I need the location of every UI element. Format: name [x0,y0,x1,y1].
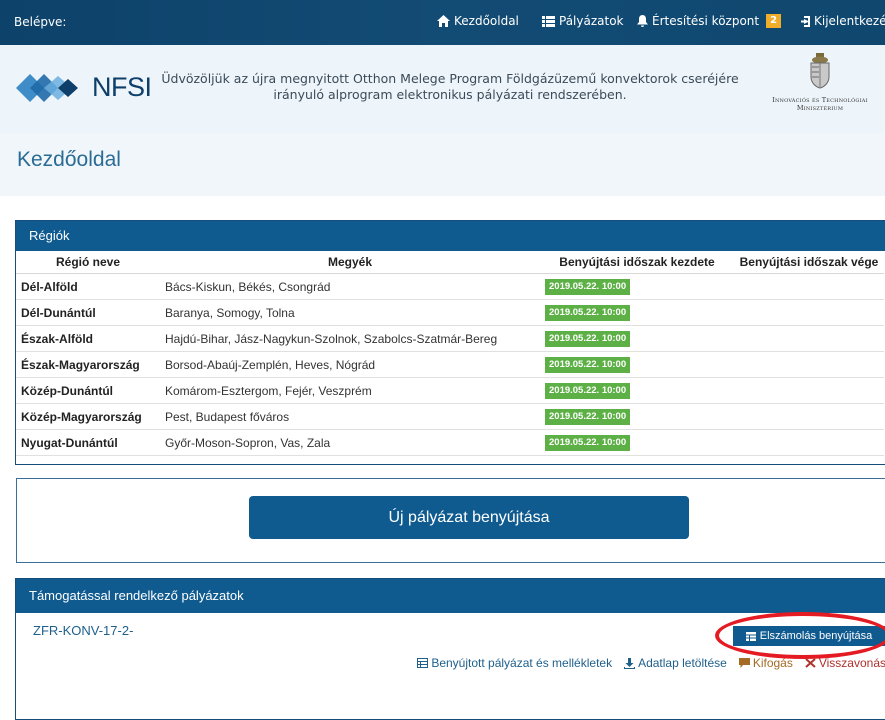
table-header-row: Régió neve Megyék Benyújtási időszak kez… [16,251,884,274]
objection-link[interactable]: Kifogás [738,656,793,670]
start-date-badge: 2019.05.22. 10:00 [545,435,631,451]
regions-panel: Régiók Régió neve Megyék Benyújtási idős… [15,220,885,465]
column-header-start: Benyújtási időszak kezdete [540,251,734,274]
region-counties: Bács-Kiskun, Békés, Csongrád [160,273,540,300]
end-date-cell [734,429,884,456]
ministry-logo: Innovációs és Technológiai Minisztérium [755,53,885,112]
submitted-documents-link[interactable]: Benyújtott pályázat és mellékletek [417,656,612,670]
region-counties: Komárom-Esztergom, Fejér, Veszprém [160,377,540,404]
start-date-badge: 2019.05.22. 10:00 [545,357,631,373]
column-header-end: Benyújtási időszak vége [734,251,884,274]
table-row: Közép-Dunántúl Komárom-Esztergom, Fejér,… [16,377,884,404]
hungarian-coat-of-arms-icon [810,53,830,89]
region-counties: Baranya, Somogy, Tolna [160,299,540,326]
application-actions: Benyújtott pályázat és mellékletek Adatl… [16,656,885,670]
download-datasheet-link[interactable]: Adatlap letöltése [624,656,727,670]
regions-panel-title: Régiók [16,221,885,251]
ministry-name-line2: Minisztérium [796,104,844,112]
application-id: ZFR-KONV-17-2- [33,623,134,638]
nav-notifications-label: Értesítési központ [652,14,760,28]
nav-applications-label: Pályázatok [559,14,624,28]
page-title-band [0,133,885,196]
column-header-counties: Megyék [160,251,540,274]
nfsi-diamond-logo-icon [16,73,78,102]
region-name: Észak-Alföld [16,325,160,352]
settlement-submit-button[interactable]: Elszámolás benyújtása [733,626,885,646]
comment-icon [738,658,750,668]
end-date-cell [734,325,884,352]
start-date-badge: 2019.05.22. 10:00 [545,305,631,321]
supported-panel-title: Támogatással rendelkező pályázatok [16,579,885,613]
start-date-badge: 2019.05.22. 10:00 [545,279,631,295]
download-icon [624,657,636,669]
list-icon [542,15,555,27]
start-date-badge: 2019.05.22. 10:00 [545,331,631,347]
regions-table: Régió neve Megyék Benyújtási időszak kez… [16,251,884,456]
nav-notifications-link[interactable]: Értesítési központ 2 [637,14,782,28]
nav-logout-label: Kijelentkezé [814,14,885,28]
new-application-button[interactable]: Új pályázat benyújtása [249,496,689,539]
table-row: Észak-Magyarország Borsod-Abaúj-Zemplén,… [16,351,884,378]
start-date-badge: 2019.05.22. 10:00 [545,409,631,425]
region-counties: Győr-Moson-Sopron, Vas, Zala [160,429,540,456]
nav-home-link[interactable]: Kezdőoldal [437,14,519,28]
settlement-submit-label: Elszámolás benyújtása [759,630,873,642]
download-datasheet-label: Adatlap letöltése [638,656,727,670]
logo-text: NFSI [92,72,152,102]
column-header-region: Régió neve [16,251,160,274]
table-row: Észak-Alföld Hajdú-Bihar, Jász-Nagykun-S… [16,325,884,352]
bell-icon [637,15,648,27]
table-row: Nyugat-Dunántúl Győr-Moson-Sopron, Vas, … [16,429,884,456]
withdraw-link[interactable]: Visszavonás [805,656,885,670]
region-name: Dél-Dunántúl [16,299,160,326]
end-date-cell [734,351,884,378]
page-title: Kezdőoldal [17,148,121,171]
end-date-cell [734,403,884,430]
region-counties: Hajdú-Bihar, Jász-Nagykun-Szolnok, Szabo… [160,325,540,352]
withdraw-icon [805,658,816,668]
site-header: NFSI Üdvözöljük az újra megnyitott Ottho… [0,45,885,133]
region-name: Közép-Dunántúl [16,377,160,404]
region-name: Nyugat-Dunántúl [16,429,160,456]
region-name: Dél-Alföld [16,273,160,300]
nav-applications-link[interactable]: Pályázatok [542,14,624,28]
new-application-panel: Új pályázat benyújtása [16,478,885,563]
nav-home-label: Kezdőoldal [454,14,519,28]
submitted-documents-label: Benyújtott pályázat és mellékletek [431,656,613,670]
top-navbar: Belépve: Kezdőoldal Pályázatok Értesítés… [0,0,885,45]
end-date-cell [734,273,884,300]
nav-logout-link[interactable]: Kijelentkezé [798,14,885,28]
nfsi-logo[interactable]: NFSI [16,72,152,103]
start-date-badge: 2019.05.22. 10:00 [545,383,631,399]
notification-count-badge: 2 [766,14,782,28]
logout-icon [801,15,810,27]
table-icon [417,658,429,668]
end-date-cell [734,299,884,326]
region-counties: Borsod-Abaúj-Zemplén, Heves, Nógrád [160,351,540,378]
objection-label: Kifogás [752,656,793,670]
region-counties: Pest, Budapest főváros [160,403,540,430]
login-status: Belépve: [14,15,67,29]
end-date-cell [734,377,884,404]
welcome-message: Üdvözöljük az újra megnyitott Otthon Mel… [161,71,739,102]
ministry-name-line1: Innovációs és Technológiai [772,96,868,104]
withdraw-label: Visszavonás [818,656,885,670]
region-name: Észak-Magyarország [16,351,160,378]
home-icon [437,15,450,27]
table-icon [745,631,756,641]
table-row: Közép-Magyarország Pest, Budapest főváro… [16,403,884,430]
table-row: Dél-Dunántúl Baranya, Somogy, Tolna 2019… [16,299,884,326]
table-row: Dél-Alföld Bács-Kiskun, Békés, Csongrád … [16,273,884,300]
region-name: Közép-Magyarország [16,403,160,430]
